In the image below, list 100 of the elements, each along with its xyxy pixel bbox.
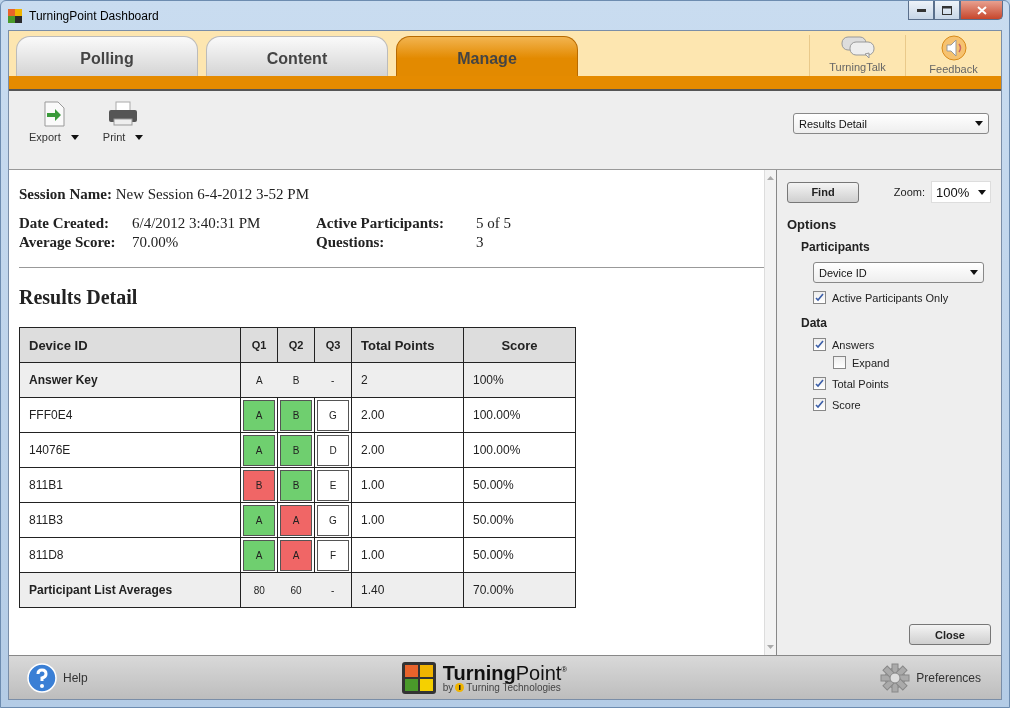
caret-icon bbox=[978, 189, 986, 195]
speaker-icon bbox=[938, 35, 969, 61]
company-logo-icon bbox=[455, 683, 465, 692]
answer-cell: B bbox=[280, 434, 312, 466]
table-cell: 2.00 bbox=[351, 397, 464, 433]
close-button[interactable]: Close bbox=[909, 624, 991, 645]
zoom-select[interactable]: 100% bbox=[931, 181, 991, 203]
section-title: Data bbox=[801, 316, 828, 330]
maximize-button[interactable] bbox=[934, 1, 960, 20]
caret-icon bbox=[975, 121, 983, 126]
table-cell: 50.00% bbox=[463, 502, 576, 538]
close-icon bbox=[976, 5, 987, 15]
toolbar-button[interactable]: Export bbox=[29, 101, 79, 143]
answer-cell: A bbox=[243, 504, 275, 536]
table-cell: 14076E bbox=[19, 432, 241, 468]
checkbox[interactable] bbox=[833, 356, 846, 369]
brand-name: TurningPoint$^{®}$ bbox=[442, 662, 568, 683]
minimize-button[interactable] bbox=[908, 1, 934, 20]
field-value: 5 of 5 bbox=[476, 215, 512, 232]
answer-cell: B bbox=[280, 469, 312, 501]
session-name: Session Name: New Session 6-4-2012 3-52 PM bbox=[19, 186, 310, 203]
answer-key-value: 60 bbox=[289, 583, 303, 598]
answer-key-value: - bbox=[330, 373, 336, 388]
tab[interactable]: Manage bbox=[396, 36, 578, 76]
answer-key-value: - bbox=[330, 583, 336, 598]
table-cell: 1.40 bbox=[351, 572, 464, 608]
table-cell: 1.00 bbox=[351, 502, 464, 538]
checkbox-label: Answers bbox=[832, 338, 875, 351]
checkbox-label: Active Participants Only bbox=[832, 291, 949, 304]
section-title: Participants bbox=[801, 240, 871, 254]
caret-icon bbox=[970, 270, 978, 275]
zoom-label: Zoom: bbox=[893, 186, 925, 198]
byline: by bbox=[442, 682, 454, 693]
column-header: Q1 bbox=[240, 327, 278, 363]
help-icon bbox=[27, 662, 57, 693]
table-cell: 100% bbox=[463, 362, 576, 398]
table-cell: 50.00% bbox=[463, 537, 576, 573]
field-label: Average Score: bbox=[19, 234, 117, 251]
tab[interactable]: Content bbox=[206, 36, 388, 76]
table-cell: 811B1 bbox=[19, 467, 241, 503]
export-icon bbox=[42, 101, 65, 127]
table-cell: 50.00% bbox=[463, 467, 576, 503]
answer-key-value: B bbox=[291, 373, 301, 388]
options-title: Options bbox=[787, 217, 838, 232]
toolbar-button[interactable]: Print bbox=[102, 101, 144, 143]
answer-cell: B bbox=[280, 399, 312, 431]
table-cell: 2 bbox=[351, 362, 464, 398]
answer-cell: E bbox=[317, 469, 349, 501]
table-cell: 1.00 bbox=[351, 467, 464, 503]
checkbox-label: Total Points bbox=[832, 377, 889, 390]
field-value: 3 bbox=[476, 234, 485, 251]
field-label: Questions: bbox=[316, 234, 386, 251]
printer-icon bbox=[108, 101, 139, 127]
field-label: Active Participants: bbox=[316, 215, 445, 232]
window-close-button[interactable] bbox=[960, 1, 1003, 20]
table-cell: 811B3 bbox=[19, 502, 241, 538]
answer-cell: A bbox=[280, 504, 312, 536]
preferences-button[interactable]: Preferences bbox=[880, 662, 981, 693]
column-header: Device ID bbox=[19, 327, 241, 363]
table-cell: 70.00% bbox=[463, 572, 576, 608]
caret-icon bbox=[135, 134, 144, 140]
checkbox[interactable] bbox=[813, 291, 826, 304]
answer-cell: D bbox=[317, 434, 349, 466]
minimize-icon bbox=[916, 8, 926, 12]
answer-cell: G bbox=[317, 399, 349, 431]
answer-key-value: 80 bbox=[252, 583, 266, 598]
checkbox[interactable] bbox=[813, 377, 826, 390]
table-cell: Participant List Averages bbox=[19, 572, 241, 608]
maximize-icon bbox=[942, 5, 952, 15]
answer-cell: F bbox=[317, 539, 349, 571]
answer-cell: A bbox=[243, 434, 275, 466]
company-name: Turning Technologies bbox=[466, 682, 561, 693]
checkbox-label: Score bbox=[832, 398, 861, 411]
field-label: Date Created: bbox=[19, 215, 111, 232]
participant-select[interactable]: Device ID bbox=[813, 262, 984, 283]
logo-icon bbox=[400, 660, 437, 695]
app-logo-icon bbox=[7, 7, 23, 24]
view-select[interactable]: Results Detail bbox=[793, 113, 989, 134]
column-header: Q2 bbox=[277, 327, 315, 363]
speech-bubbles-icon bbox=[840, 35, 875, 59]
answer-cell: B bbox=[243, 469, 275, 501]
field-value: 70.00% bbox=[132, 234, 180, 251]
help-button[interactable]: Help bbox=[27, 662, 88, 693]
checkbox-label: Expand bbox=[852, 356, 890, 369]
tab[interactable]: Polling bbox=[16, 36, 198, 76]
table-cell: 2.00 bbox=[351, 432, 464, 468]
answer-cell: A bbox=[280, 539, 312, 571]
answer-cell: A bbox=[243, 399, 275, 431]
column-header: Total Points bbox=[351, 327, 464, 363]
field-value: 6/4/2012 3:40:31 PM bbox=[132, 215, 262, 232]
report-title: Results Detail bbox=[19, 286, 139, 309]
table-cell: Answer Key bbox=[19, 362, 241, 398]
checkbox[interactable] bbox=[813, 338, 826, 351]
find-button[interactable]: Find bbox=[787, 181, 859, 203]
window-title: TurningPoint Dashboard bbox=[29, 8, 160, 23]
answer-key-value: A bbox=[254, 373, 264, 388]
answer-cell: A bbox=[243, 539, 275, 571]
checkbox[interactable] bbox=[813, 398, 826, 411]
caret-icon bbox=[70, 134, 79, 140]
table-cell: 1.00 bbox=[351, 537, 464, 573]
